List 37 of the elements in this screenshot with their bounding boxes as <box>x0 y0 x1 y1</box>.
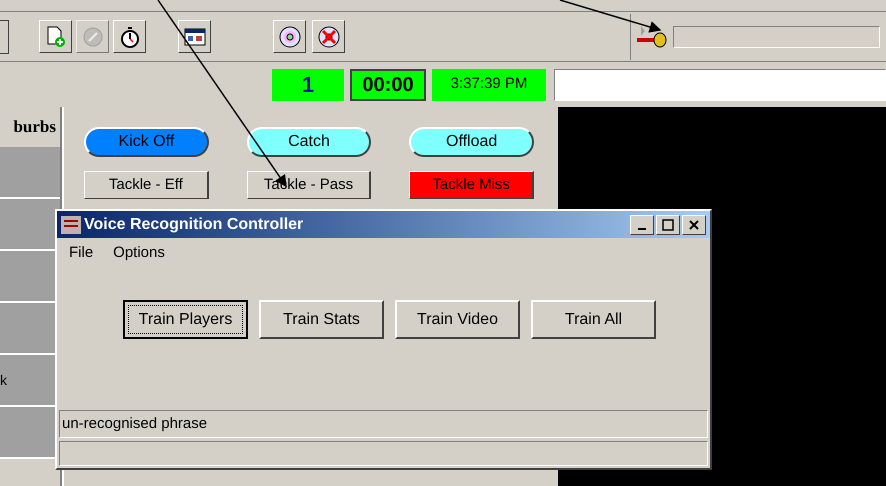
close-icon <box>688 218 700 230</box>
close-button[interactable] <box>682 214 706 234</box>
team-header: burbs <box>12 116 57 138</box>
window-title: Voice Recognition Controller <box>84 214 304 234</box>
player-label: k <box>0 370 7 390</box>
new-document-icon-button[interactable] <box>39 20 72 53</box>
train-button[interactable]: Train Video <box>395 300 520 339</box>
window-icon <box>182 26 206 48</box>
event-button[interactable]: Kick Off <box>84 127 209 157</box>
event-button[interactable]: Tackle - Eff <box>84 171 209 199</box>
train-button[interactable]: Train All <box>531 300 656 339</box>
add-page-icon <box>44 26 66 48</box>
disc-icon <box>278 24 302 48</box>
minimize-button[interactable] <box>630 214 654 234</box>
status-bar: un-recognised phrase <box>59 410 708 438</box>
menu-item[interactable]: File <box>69 242 94 264</box>
disc-cancel-button[interactable] <box>312 20 345 53</box>
train-button[interactable]: Train Players <box>123 300 248 339</box>
disc-button[interactable] <box>273 20 306 53</box>
disc-cancel-icon <box>316 24 340 48</box>
clock-display: 3:37:39 PM <box>432 68 546 100</box>
period-display: 1 <box>272 68 344 100</box>
event-button[interactable]: Tackle Miss <box>409 171 534 199</box>
circle-icon <box>82 26 104 48</box>
menu-item[interactable]: Options <box>113 242 165 264</box>
minimize-icon <box>638 228 646 230</box>
stopwatch-button[interactable] <box>113 20 146 53</box>
player-slot[interactable] <box>0 199 60 251</box>
train-button[interactable]: Train Stats <box>259 300 384 339</box>
maximize-icon <box>662 218 674 230</box>
text-field[interactable] <box>554 68 886 100</box>
event-button[interactable]: Catch <box>246 127 372 157</box>
app-icon <box>61 216 81 234</box>
event-button[interactable]: Offload <box>409 127 534 157</box>
window-button[interactable] <box>178 20 211 53</box>
maximize-button[interactable] <box>656 214 680 234</box>
timer-display: 00:00 <box>350 68 426 100</box>
